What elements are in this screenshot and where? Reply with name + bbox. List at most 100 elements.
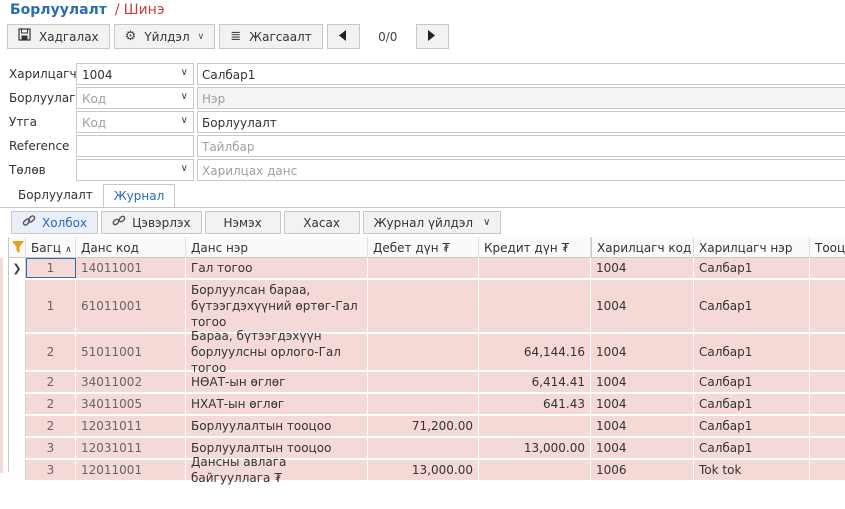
cell-partner-name[interactable]: Салбар1	[694, 372, 810, 392]
table-row[interactable]: 2 34011005 НХАТ-ын өглөг 641.43 1004 Салбар1	[9, 394, 845, 415]
cell-debit[interactable]: 13,000.00	[368, 460, 479, 480]
link-button[interactable]: Холбох	[11, 211, 99, 234]
col-header-credit[interactable]: Кредит дүн ₮	[479, 237, 591, 258]
cell-account-name[interactable]: НХАТ-ын өглөг	[186, 394, 368, 414]
cell-debit[interactable]	[368, 438, 479, 458]
cell-partner-name[interactable]: Салбар1	[694, 394, 810, 414]
cell-batch[interactable]: 2	[26, 416, 76, 436]
description-field[interactable]: Тайлбар	[197, 135, 845, 157]
table-row[interactable]: 1 61011001 Борлуулсан бараа, бүтээгдэхүүни…	[9, 280, 845, 333]
cell-settlement[interactable]	[810, 416, 845, 436]
cell-partner-name[interactable]: Салбар1	[694, 416, 810, 436]
cell-partner-code[interactable]: 1004	[591, 258, 694, 278]
cell-account-code[interactable]: 14011001	[76, 258, 186, 278]
cell-batch[interactable]: 1	[26, 280, 76, 332]
cell-settlement[interactable]	[810, 372, 845, 392]
cell-account-code[interactable]: 61011001	[76, 280, 186, 332]
cell-credit[interactable]	[479, 258, 591, 278]
row-indicator[interactable]	[9, 460, 26, 480]
cell-credit[interactable]: 6,414.41	[479, 372, 591, 392]
row-indicator[interactable]	[9, 280, 26, 332]
type-name-field[interactable]: Борлуулалт	[197, 111, 845, 133]
partner-name-field[interactable]: Салбар1	[197, 63, 845, 85]
cell-settlement[interactable]	[810, 460, 845, 480]
cell-credit[interactable]: 641.43	[479, 394, 591, 414]
col-header-batch[interactable]: Багц ∧	[26, 237, 76, 258]
col-header-debit[interactable]: Дебет дүн ₮	[368, 237, 479, 258]
cell-batch[interactable]: 2	[26, 394, 76, 414]
cell-debit[interactable]	[368, 394, 479, 414]
cell-credit[interactable]: 64,144.16	[479, 334, 591, 370]
cell-account-name[interactable]: Борлуулалтын тооцоо	[186, 416, 368, 436]
cell-debit[interactable]	[368, 334, 479, 370]
save-button[interactable]: Хадгалах	[7, 24, 110, 49]
cell-debit[interactable]	[368, 280, 479, 332]
cell-batch[interactable]: 2	[26, 334, 76, 370]
cell-settlement[interactable]	[810, 334, 845, 370]
next-button[interactable]	[415, 24, 449, 49]
cell-partner-code[interactable]: 1004	[591, 394, 694, 414]
type-code-select[interactable]: Код ∨	[76, 111, 194, 133]
table-row[interactable]: 3 12011001 Дансны авлага байгууллага ₮ 13,0…	[9, 455, 845, 485]
seller-code-select[interactable]: Код ∨	[76, 87, 194, 109]
actions-dropdown[interactable]: ⚙ Үйлдэл ∨	[113, 24, 216, 49]
clear-button[interactable]: Цэвэрлэх	[101, 211, 202, 234]
cell-account-name[interactable]: Гал тогоо	[186, 258, 368, 278]
tab-sales[interactable]: Борлуулалт	[8, 184, 103, 208]
cell-batch[interactable]: 3	[26, 438, 76, 458]
add-button[interactable]: Нэмэх	[204, 211, 281, 234]
row-indicator[interactable]	[9, 394, 26, 414]
col-header-account-code[interactable]: Данс код	[76, 237, 186, 258]
table-row[interactable]: 2 12031011 Борлуулалтын тооцоо 71,200.00 100…	[9, 416, 845, 437]
account-field[interactable]: Харилцах данс	[197, 159, 845, 181]
cell-settlement[interactable]	[810, 438, 845, 458]
cell-debit[interactable]	[368, 372, 479, 392]
cell-credit[interactable]: 13,000.00	[479, 438, 591, 458]
tab-journal[interactable]: Журнал	[102, 184, 176, 208]
row-indicator[interactable]	[9, 416, 26, 436]
col-header-settlement[interactable]: Тооцо	[810, 237, 845, 258]
cell-credit[interactable]	[479, 460, 591, 480]
list-button[interactable]: ≣ Жагсаалт	[219, 24, 323, 49]
cell-partner-code[interactable]: 1004	[591, 334, 694, 370]
cell-partner-code[interactable]: 1004	[591, 416, 694, 436]
row-indicator[interactable]	[9, 438, 26, 458]
cell-account-name[interactable]: НӨАТ-ын өглөг	[186, 372, 368, 392]
cell-partner-code[interactable]: 1006	[591, 460, 694, 480]
delete-button[interactable]: Хасах	[283, 211, 360, 234]
cell-account-code[interactable]: 34011002	[76, 372, 186, 392]
cell-credit[interactable]	[479, 416, 591, 436]
cell-debit[interactable]: 71,200.00	[368, 416, 479, 436]
cell-account-code[interactable]: 51011001	[76, 334, 186, 370]
journal-actions-dropdown[interactable]: Журнал үйлдэл ∨	[362, 211, 502, 234]
table-row[interactable]: 2 34011002 НӨАТ-ын өглөг 6,414.41 1004 Салбар…	[9, 372, 845, 393]
table-row[interactable]: ❯ 1 14011001 Гал тогоо 1004 Салбар1	[9, 258, 845, 279]
cell-settlement[interactable]	[810, 258, 845, 278]
reference-input[interactable]	[76, 135, 194, 157]
cell-partner-code[interactable]: 1004	[591, 438, 694, 458]
filter-cell[interactable]	[9, 237, 26, 258]
seller-name-field[interactable]: Нэр	[197, 87, 845, 109]
cell-account-name[interactable]: Борлуулсан бараа, бүтээгдэхүүний өртөг-Г…	[186, 280, 368, 332]
cell-partner-name[interactable]: Салбар1	[694, 438, 810, 458]
partner-code-select[interactable]: 1004 ∨	[76, 63, 194, 85]
table-row[interactable]: 2 51011001 Бараа, бүтээгдэхүүн борлуулсны …	[9, 329, 845, 375]
cell-batch[interactable]: 1	[26, 258, 76, 278]
col-header-partner-name[interactable]: Харилцагч нэр	[694, 237, 810, 258]
row-indicator[interactable]	[9, 372, 26, 392]
cell-debit[interactable]	[368, 258, 479, 278]
cell-batch[interactable]: 2	[26, 372, 76, 392]
cell-account-name[interactable]: Бараа, бүтээгдэхүүн борлуулсны орлого-Га…	[186, 329, 368, 375]
cell-settlement[interactable]	[810, 280, 845, 332]
payment-select[interactable]: ∨	[76, 159, 194, 181]
cell-account-code[interactable]: 12011001	[76, 460, 186, 480]
cell-partner-name[interactable]: Салбар1	[694, 280, 810, 332]
cell-credit[interactable]	[479, 280, 591, 332]
prev-button[interactable]	[326, 24, 360, 49]
col-header-account-name[interactable]: Данс нэр	[186, 237, 368, 258]
row-indicator[interactable]	[9, 334, 26, 370]
cell-partner-code[interactable]: 1004	[591, 280, 694, 332]
cell-partner-name[interactable]: Салбар1	[694, 334, 810, 370]
cell-partner-name[interactable]: Салбар1	[694, 258, 810, 278]
cell-account-code[interactable]: 12031011	[76, 416, 186, 436]
